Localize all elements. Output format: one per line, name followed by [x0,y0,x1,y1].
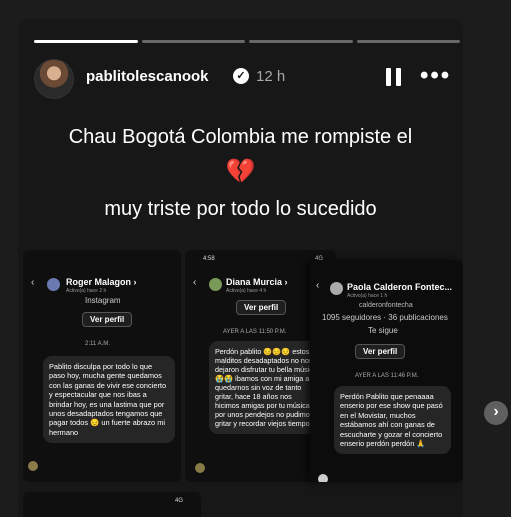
timestamp: AYER A LAS 11:46 P.M. [355,373,419,379]
timestamp: 2:11 A.M. [85,341,110,347]
active-status: Activo(a) hace 1 h [347,293,388,299]
dm-screenshot-paola: ‹ Paola Calderon Fontec... Activo(a) hac… [310,260,463,482]
story-progress-bar [34,40,460,43]
active-status: Activo(a) hace 2 h [66,288,107,294]
dm-screenshot-roger: ‹ Roger Malagon › Activo(a) hace 2 h Ins… [23,250,181,482]
caption-line-1: Chau Bogotá Colombia me rompiste el [68,126,413,148]
story-viewer: pablitolescanook ✓ 12 h ••• Chau Bogotá … [18,18,463,517]
message-bubble: Perdón Pablito que penaaaa enserio por e… [334,386,451,455]
contact-name: Roger Malagon › [66,277,137,287]
view-profile-button[interactable]: Ver perfil [355,344,406,359]
more-options-icon[interactable]: ••• [420,62,451,90]
status-bar: 4:58 4G [203,256,323,262]
pause-button[interactable] [386,68,402,86]
contact-name: Diana Murcia › [226,277,288,287]
profile-handle: calderonfontecha [359,302,413,309]
next-story-button[interactable]: › [484,401,508,425]
contact-name: Paola Calderon Fontec... [347,282,453,292]
avatar [47,278,60,291]
verified-badge-icon: ✓ [233,68,249,84]
progress-segment [141,40,245,43]
progress-segment [34,40,138,43]
active-status: Activo(a) hace 4 h [226,288,267,294]
follows-you-label: Te sigue [368,326,398,335]
post-time: 12 h [256,68,286,85]
back-arrow-icon: ‹ [193,277,197,288]
message-bubble: Perdón pablito 😔😔😔 estos malditos desada… [209,341,324,434]
avatar [28,461,38,471]
view-profile-button[interactable]: Ver perfil [82,312,133,327]
progress-segment [249,40,353,43]
back-arrow-icon: ‹ [31,277,35,288]
avatar[interactable] [34,59,74,99]
avatar [195,463,205,473]
back-arrow-icon: ‹ [316,280,320,291]
username[interactable]: pablitolescanook [86,68,209,85]
avatar [318,474,328,482]
view-profile-button[interactable]: Ver perfil [236,300,287,315]
message-bubble: Pablito disculpa por todo lo que paso ho… [43,356,175,444]
broken-heart-emoji: 💔 [225,158,256,185]
dm-screenshot-partial: 4G [23,492,201,517]
profile-stats: 1095 seguidores · 36 publicaciones [322,313,448,322]
story-header: pablitolescanook ✓ 12 h ••• [34,59,458,99]
avatar [209,278,222,291]
avatar [330,282,343,295]
progress-segment [356,40,460,43]
source-label: Instagram [85,296,121,305]
caption-line-2: muy triste por todo lo sucedido [104,198,377,220]
timestamp: AYER A LAS 11:50 P.M. [223,329,287,335]
